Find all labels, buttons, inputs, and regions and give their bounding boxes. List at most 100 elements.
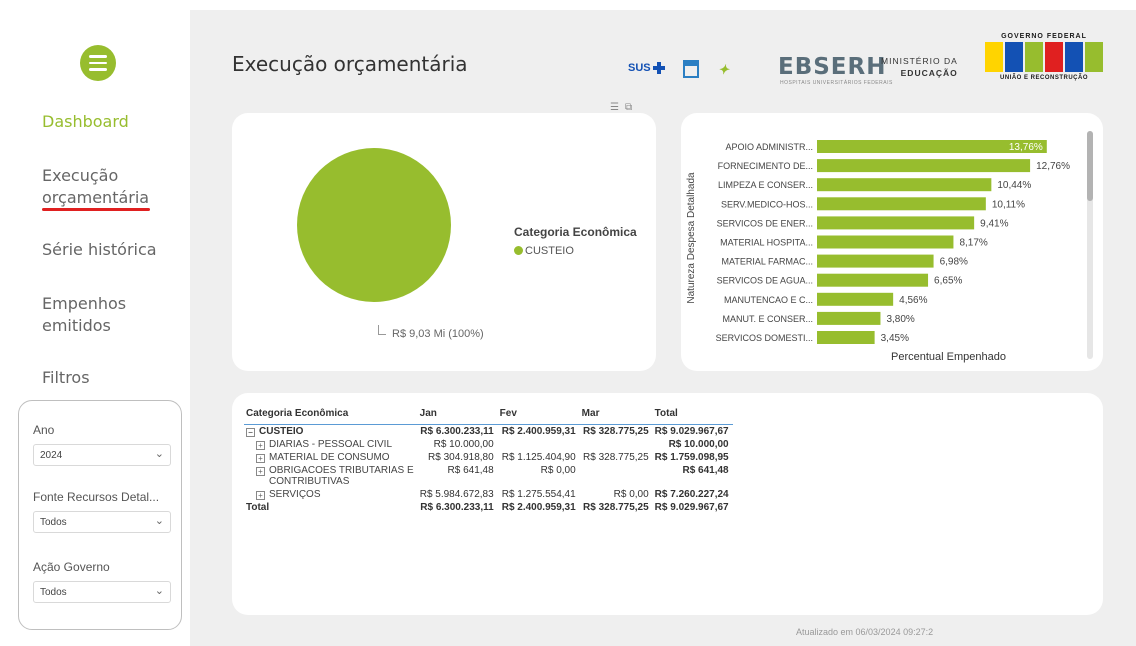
table-cell: R$ 328.775,25 <box>583 426 649 437</box>
filter-label-ano: Ano <box>33 423 55 437</box>
main-canvas: Execução orçamentária SUS ✦ EBSERH HOSPI… <box>190 10 1136 646</box>
bar[interactable] <box>817 311 881 325</box>
bar[interactable] <box>817 178 992 192</box>
column-header[interactable]: Fev <box>497 405 580 425</box>
bar-chart-card: APOIO ADMINISTR... 13,76% FORNECIMENTO DE.… <box>681 113 1103 371</box>
filter-select-acao[interactable]: Todos ⌄ <box>33 581 171 603</box>
expand-icon[interactable]: + <box>256 441 265 450</box>
mec-logo-line1: MINISTÉRIO DA <box>881 56 958 66</box>
bar[interactable] <box>817 273 929 287</box>
chevron-down-icon: ⌄ <box>154 515 164 527</box>
hu-logo-icon: ✦ <box>718 62 729 77</box>
bar[interactable] <box>817 292 894 306</box>
bar-data-label: 3,80% <box>886 314 914 325</box>
table-cell <box>580 438 653 451</box>
filter-select-fonte[interactable]: Todos ⌄ <box>33 511 171 533</box>
bar-category-label: APOIO ADMINISTR... <box>725 142 813 152</box>
table-cell: R$ 9.029.967,67 <box>654 426 729 437</box>
row-label-text: CUSTEIO <box>259 426 304 437</box>
row-label-text-line2: CONTRIBUTIVAS <box>269 476 350 487</box>
table-cell: R$ 1.125.404,90 <box>501 452 576 463</box>
chart-scrollbar[interactable] <box>1087 131 1093 359</box>
table-header-row: Categoria Econômica Jan Fev Mar Total <box>244 405 733 425</box>
row-label: Total <box>246 502 270 513</box>
table-cell: R$ 1.759.098,95 <box>654 452 729 463</box>
nav-empenhos-line1: Empenhos <box>42 294 127 313</box>
nav-empenhos-emitidos[interactable]: Empenhos emitidos <box>42 293 126 337</box>
legend-dot <box>514 246 523 255</box>
expand-icon[interactable]: + <box>256 454 265 463</box>
pie-slice-custeio[interactable] <box>297 148 451 302</box>
table-cell: R$ 641,48 <box>682 465 729 476</box>
pie-card: R$ 9,03 Mi (100%) Categoria Econômica CU… <box>232 113 656 371</box>
row-label-text: SERVIÇOS <box>269 489 321 500</box>
bar[interactable] <box>817 197 986 211</box>
table-total-row: Total R$ 6.300.233,11 R$ 2.400.959,31 R$… <box>244 501 733 514</box>
mec-logo: MINISTÉRIO DA EDUCAÇÃO <box>881 55 958 79</box>
wordmark-letter-block <box>1005 42 1023 72</box>
menu-icon[interactable] <box>80 45 116 81</box>
logo-strip: SUS ✦ EBSERH HOSPITAIS UNIVERSITÁRIOS FE… <box>628 30 1108 110</box>
table-cell <box>580 464 653 488</box>
bar-category-label: SERVICOS DOMESTI... <box>716 333 813 343</box>
bar-category-label: MANUT. E CONSER... <box>722 314 813 324</box>
nav-dashboard[interactable]: Dashboard <box>42 111 129 133</box>
table-cell: R$ 10.000,00 <box>433 439 494 450</box>
nav-empenhos-line2: emitidos <box>42 316 111 335</box>
wordmark-letter-block <box>1045 42 1063 72</box>
focus-mode-icon[interactable]: ⧉ <box>625 102 632 113</box>
sidebar: Dashboard Execução orçamentária Série hi… <box>0 0 190 646</box>
column-header[interactable]: Categoria Econômica <box>244 405 418 425</box>
expand-icon[interactable]: + <box>256 491 265 500</box>
bar-category-label: SERVICOS DE AGUA... <box>717 276 813 286</box>
bar[interactable] <box>817 235 954 249</box>
filter-select-ano[interactable]: 2024 ⌄ <box>33 444 171 466</box>
pie-leader-line <box>378 325 386 335</box>
table-cell: R$ 641,48 <box>447 465 494 476</box>
last-updated-text: Atualizado em 06/03/2024 09:27:2 <box>796 627 934 637</box>
row-label: + SERVIÇOS <box>244 488 418 501</box>
bar[interactable] <box>817 254 934 268</box>
filter-icon[interactable]: ☰ <box>610 102 619 113</box>
uniao-reconstrucao-text: UNIÃO E RECONSTRUÇÃO <box>999 75 1088 81</box>
column-header[interactable]: Jan <box>417 405 498 425</box>
bar-category-label: MANUTENCAO E C... <box>724 295 813 305</box>
wordmark-letter-block <box>1085 42 1103 72</box>
wordmark-letter-block <box>985 42 1003 72</box>
filter-label-acao: Ação Governo <box>33 560 110 574</box>
y-axis-title: Natureza Despesa Detalhada <box>686 172 697 304</box>
column-header[interactable]: Mar <box>579 405 653 425</box>
legend-item-custeio[interactable]: CUSTEIO <box>514 245 574 257</box>
collapse-icon[interactable]: − <box>246 428 255 437</box>
bar[interactable] <box>817 216 975 230</box>
bar-data-label: 4,56% <box>899 295 927 306</box>
bar[interactable] <box>817 331 875 344</box>
governo-federal-text: GOVERNO FEDERAL <box>1001 33 1087 40</box>
row-label: − CUSTEIO <box>244 425 418 439</box>
scrollbar-thumb[interactable] <box>1087 131 1093 201</box>
bar-data-label: 8,17% <box>959 238 987 249</box>
table-cell: R$ 304.918,80 <box>428 452 494 463</box>
nav-execucao-line2: orçamentária <box>42 188 150 207</box>
table-cell: R$ 2.400.959,31 <box>501 502 576 513</box>
chevron-down-icon: ⌄ <box>154 448 164 460</box>
table-row: + DIARIAS - PESSOAL CIVIL R$ 10.000,00 R$… <box>244 438 733 451</box>
nav-serie-historica[interactable]: Série histórica <box>42 239 157 261</box>
column-header[interactable]: Total <box>652 405 733 425</box>
table-row: + OBRIGACOES TRIBUTARIAS E CONTRIBUTIVAS R… <box>244 464 733 488</box>
table-cell: R$ 328.775,25 <box>583 452 649 463</box>
hospital-logo-icon <box>683 60 699 78</box>
bar-data-label: 6,98% <box>940 257 968 268</box>
nav-filtros[interactable]: Filtros <box>42 367 90 389</box>
matrix-table: Categoria Econômica Jan Fev Mar Total − C… <box>244 405 733 514</box>
expand-icon[interactable]: + <box>256 467 265 476</box>
row-label-text: DIARIAS - PESSOAL CIVIL <box>269 439 393 450</box>
cross-icon <box>652 62 665 75</box>
table-cell: R$ 9.029.967,67 <box>654 502 729 513</box>
sus-logo: SUS <box>628 62 665 75</box>
bar[interactable] <box>817 159 1031 173</box>
bar-data-label: 9,41% <box>980 218 1008 229</box>
filter-value-fonte: Todos <box>40 517 67 528</box>
nav-execucao-orcamentaria[interactable]: Execução orçamentária <box>42 165 150 211</box>
bar-category-label: FORNECIMENTO DE... <box>718 161 813 171</box>
